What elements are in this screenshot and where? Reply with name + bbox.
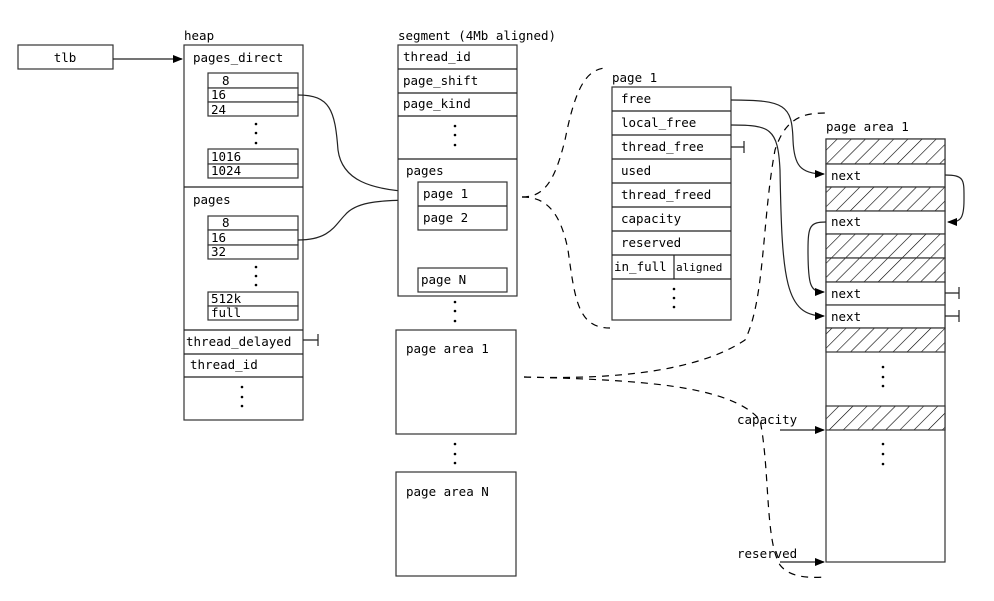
used-block [825, 138, 946, 165]
segment-page-area-n: page area N [395, 471, 517, 577]
null-terminator-icon [945, 287, 960, 299]
page-title: page 1 [612, 70, 657, 85]
heap-struct: pages_direct 8 16 24 1016 1024 pages 8 1… [183, 44, 319, 421]
next-label: next [831, 168, 861, 183]
tlb-box: tlb [17, 44, 114, 70]
segment-page-item: page 1 [423, 186, 468, 201]
page-field-free: free [621, 91, 651, 106]
segment-page-item: page N [421, 272, 466, 287]
capacity-label: capacity [737, 412, 798, 427]
next-label: next [831, 309, 861, 324]
heap-pages-entry: 512k [211, 291, 242, 306]
next-chain-arrow [807, 221, 827, 296]
zoom-outline-page1-bottom [521, 196, 611, 329]
null-terminator-icon [731, 141, 745, 153]
tlb-label: tlb [54, 50, 77, 65]
used-block [825, 186, 946, 212]
page-field-reserved: reserved [621, 235, 681, 250]
page-area-label: page area 1 [406, 341, 489, 356]
segment-struct: thread_id page_shift page_kind pages pag… [397, 44, 518, 297]
heap-title: heap [184, 28, 214, 43]
page-field-capacity: capacity [621, 211, 682, 226]
page-area-label: page area N [406, 484, 489, 499]
pages-direct-entry: 1016 [211, 149, 241, 164]
next-label: next [831, 214, 861, 229]
next-chain-arrow [944, 174, 965, 226]
page-field-thread-freed: thread_freed [621, 187, 711, 202]
memory-layout-diagram: tlb heap pages_direct 8 16 24 1016 1024 … [17, 28, 965, 578]
pages-direct-entry: 8 [222, 73, 230, 88]
used-block [825, 233, 946, 259]
heap-pages-entry: 8 [222, 215, 230, 230]
heap-thread-id-label: thread_id [190, 357, 258, 372]
zoom-outline-page1-top [521, 67, 606, 198]
page-field-aligned: aligned [676, 261, 722, 274]
segment-field: page_shift [403, 73, 478, 88]
pages-direct-entry: 16 [211, 87, 226, 102]
segment-page-item: page 2 [423, 210, 468, 225]
page-field-used: used [621, 163, 651, 178]
pages-direct-label: pages_direct [193, 50, 283, 65]
pages-direct-entry: 1024 [211, 163, 241, 178]
null-terminator-icon [945, 310, 960, 322]
null-terminator-icon [303, 334, 319, 346]
thread-delayed-label: thread_delayed [186, 334, 291, 349]
next-label: next [831, 286, 861, 301]
heap-pages-label: pages [193, 192, 231, 207]
page-field-local-free: local_free [621, 115, 696, 130]
segment-field: thread_id [403, 49, 471, 64]
segment-pages-label: pages [406, 163, 444, 178]
page-field-in-full: in_full [614, 259, 667, 274]
used-block [825, 327, 946, 353]
free-to-next-arrow [730, 99, 825, 178]
page-area-struct: next next next next [825, 138, 946, 563]
pages-direct-entry: 24 [211, 102, 226, 117]
page-field-thread-free: thread_free [621, 139, 704, 154]
segment-page-area-1: page area 1 [395, 329, 517, 435]
page-area-title: page area 1 [826, 119, 909, 134]
used-block [825, 257, 946, 283]
page-struct: free local_free thread_free used thread_… [611, 86, 732, 321]
segment-title: segment (4Mb aligned) [398, 28, 556, 43]
heap-pages-entry: full [211, 305, 241, 320]
heap-pages-entry: 32 [211, 244, 226, 259]
local-free-to-next-arrow [730, 124, 825, 320]
heap-pages-entry: 16 [211, 230, 226, 245]
segment-field: page_kind [403, 96, 471, 111]
reserved-label: reserved [737, 546, 797, 561]
used-block [825, 405, 946, 431]
